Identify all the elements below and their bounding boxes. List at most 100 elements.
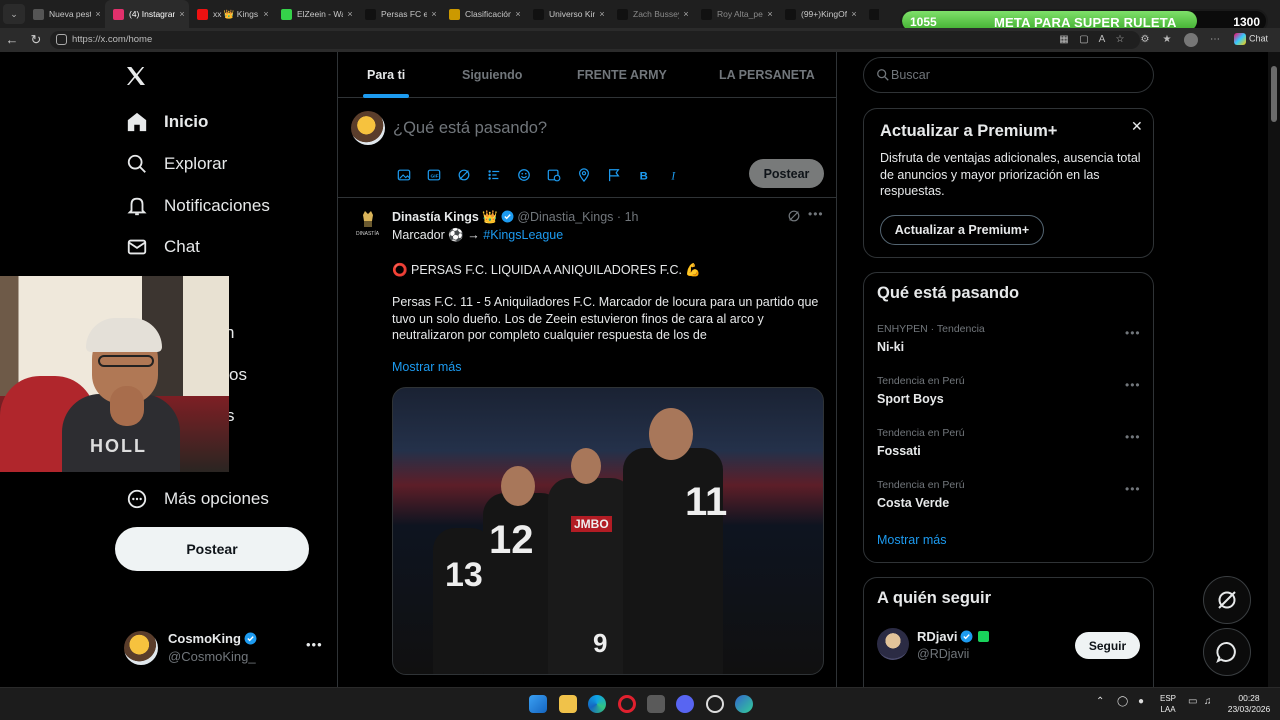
nav-chat[interactable]: Chat: [114, 227, 212, 267]
discord-icon[interactable]: [676, 695, 694, 713]
emoji-icon[interactable]: [515, 166, 533, 184]
language-indicator[interactable]: ESP LAA: [1160, 693, 1176, 715]
translate-icon[interactable]: ▢: [1077, 33, 1091, 47]
tab-list-menu-button[interactable]: ⌄: [3, 4, 25, 24]
browser-tab[interactable]: (99+)KingOff ×: [777, 0, 861, 28]
settings-more-icon[interactable]: ⋯: [1208, 33, 1222, 47]
tab-siguiendo[interactable]: Siguiendo: [462, 68, 522, 82]
grok-fab[interactable]: [1203, 576, 1251, 624]
browser-tab[interactable]: (4) Instagram ×: [105, 0, 189, 28]
extensions-icon[interactable]: ⚙: [1138, 33, 1152, 47]
compose-post-button[interactable]: Postear: [749, 159, 824, 188]
hashtag-link[interactable]: #KingsLeague: [483, 228, 563, 242]
browser-tab[interactable]: Nueva pestaña×: [25, 0, 105, 28]
volume-icon[interactable]: ♫: [1204, 696, 1212, 707]
browser-tab[interactable]: K: [861, 0, 879, 28]
tweet-more-icon[interactable]: •••: [808, 207, 824, 221]
search-box[interactable]: Buscar: [863, 57, 1154, 93]
image-icon[interactable]: [395, 166, 413, 184]
browser-tab[interactable]: Roy Alta_pe ×: [693, 0, 777, 28]
opera-icon[interactable]: [618, 695, 636, 713]
tab-la-persaneta[interactable]: LA PERSANETA: [719, 68, 815, 82]
read-aloud-icon[interactable]: A: [1095, 33, 1109, 47]
italic-icon[interactable]: I: [665, 166, 683, 184]
collections-icon[interactable]: ★: [1160, 33, 1174, 47]
x-logo-icon[interactable]: [124, 64, 148, 88]
tray-app-icon[interactable]: ◯: [1117, 696, 1128, 707]
tweet-photo[interactable]: 13 12 JMBO 9 11: [392, 387, 824, 675]
grok-explain-icon[interactable]: [787, 209, 801, 223]
post-button[interactable]: Postear: [115, 527, 309, 571]
gif-icon[interactable]: GIF: [425, 166, 443, 184]
tab-close-icon[interactable]: ×: [427, 9, 441, 19]
tab-close-icon[interactable]: ×: [259, 9, 273, 19]
browser-tab[interactable]: xx 👑 Kings ×: [189, 0, 273, 28]
trend-more-icon[interactable]: •••: [1125, 378, 1141, 392]
browser-tab[interactable]: ElZeein - Wa ×: [273, 0, 357, 28]
tab-close-icon[interactable]: ×: [511, 9, 525, 19]
browser-tab[interactable]: Zach Bussey ×: [609, 0, 693, 28]
compose-input[interactable]: ¿Qué está pasando?: [393, 119, 547, 138]
file-explorer-icon[interactable]: [559, 695, 577, 713]
nav-hidden-fragment[interactable]: os: [229, 365, 247, 385]
nav-notifications[interactable]: Notificaciones: [114, 186, 282, 226]
nav-more-options[interactable]: Más opciones: [114, 479, 281, 519]
reload-icon[interactable]: ↻: [28, 32, 44, 48]
scrollbar-thumb[interactable]: [1271, 66, 1277, 122]
nav-explore[interactable]: Explorar: [114, 144, 239, 184]
premium-subscribe-button[interactable]: Actualizar a Premium+: [880, 215, 1044, 245]
back-icon[interactable]: ←: [4, 32, 20, 48]
microphone-icon[interactable]: ●: [1138, 696, 1144, 707]
network-icon[interactable]: ▭: [1188, 696, 1197, 707]
account-switcher[interactable]: CosmoKing @CosmoKing_ •••: [124, 629, 324, 669]
page-scrollbar[interactable]: [1268, 52, 1280, 687]
site-info-icon[interactable]: [56, 34, 67, 45]
browser-tab[interactable]: Clasificación ×: [441, 0, 525, 28]
tweet-time[interactable]: 1h: [625, 210, 639, 224]
avatar[interactable]: [877, 628, 909, 660]
trends-show-more-link[interactable]: Mostrar más: [877, 533, 946, 547]
edge-icon[interactable]: [588, 695, 606, 713]
tweet[interactable]: DINASTÍA Dinastía Kings 👑 @Dinastia_King…: [338, 199, 837, 687]
grok-icon[interactable]: [455, 166, 473, 184]
trend-item[interactable]: Tendencia en Perú Fossati •••: [877, 427, 1147, 471]
nav-home[interactable]: Inicio: [114, 102, 220, 142]
tab-close-icon[interactable]: ×: [679, 9, 693, 19]
flag-icon[interactable]: [605, 166, 623, 184]
tweet-author-handle[interactable]: @Dinastia_Kings: [517, 210, 613, 224]
tab-close-icon[interactable]: ×: [91, 9, 105, 19]
system-clock[interactable]: 00:28 23/03/2026: [1226, 693, 1272, 715]
trend-item[interactable]: Tendencia en Perú Costa Verde •••: [877, 479, 1147, 523]
show-more-link[interactable]: Mostrar más: [392, 360, 461, 374]
tray-overflow-icon[interactable]: ⌃: [1096, 696, 1104, 707]
tab-close-icon[interactable]: ×: [763, 9, 777, 19]
tab-close-icon[interactable]: ×: [175, 9, 189, 19]
trend-item[interactable]: ENHYPEN · Tendencia Ni-ki •••: [877, 323, 1147, 367]
messages-fab[interactable]: [1203, 628, 1251, 676]
browser-tab[interactable]: Universo King×: [525, 0, 609, 28]
calculator-icon[interactable]: [647, 695, 665, 713]
close-icon[interactable]: ✕: [1131, 118, 1143, 135]
apps-icon[interactable]: ▦: [1057, 33, 1071, 47]
bold-icon[interactable]: B: [635, 166, 653, 184]
trend-more-icon[interactable]: •••: [1125, 430, 1141, 444]
tab-close-icon[interactable]: ×: [847, 9, 861, 19]
start-icon[interactable]: [529, 695, 547, 713]
browser-tab[interactable]: Persas FC en×: [357, 0, 441, 28]
tweet-author-name[interactable]: Dinastía Kings 👑: [392, 210, 498, 224]
dinastia-kings-avatar[interactable]: DINASTÍA: [355, 209, 381, 239]
follow-button[interactable]: Seguir: [1075, 632, 1140, 659]
tab-frente-army[interactable]: FRENTE ARMY: [577, 68, 667, 82]
tab-close-icon[interactable]: ×: [343, 9, 357, 19]
trend-more-icon[interactable]: •••: [1125, 482, 1141, 496]
address-bar[interactable]: https://x.com/home: [50, 31, 1140, 49]
location-icon[interactable]: [575, 166, 593, 184]
trend-more-icon[interactable]: •••: [1125, 326, 1141, 340]
schedule-icon[interactable]: [545, 166, 563, 184]
obs-icon[interactable]: [706, 695, 724, 713]
suggested-user[interactable]: RDjavi @RDjavii Seguir: [877, 628, 1147, 668]
poll-icon[interactable]: [485, 166, 503, 184]
url-text[interactable]: https://x.com/home: [72, 34, 152, 45]
tab-para-ti[interactable]: Para ti: [367, 68, 405, 82]
copilot-chat-button[interactable]: Chat: [1234, 33, 1268, 45]
